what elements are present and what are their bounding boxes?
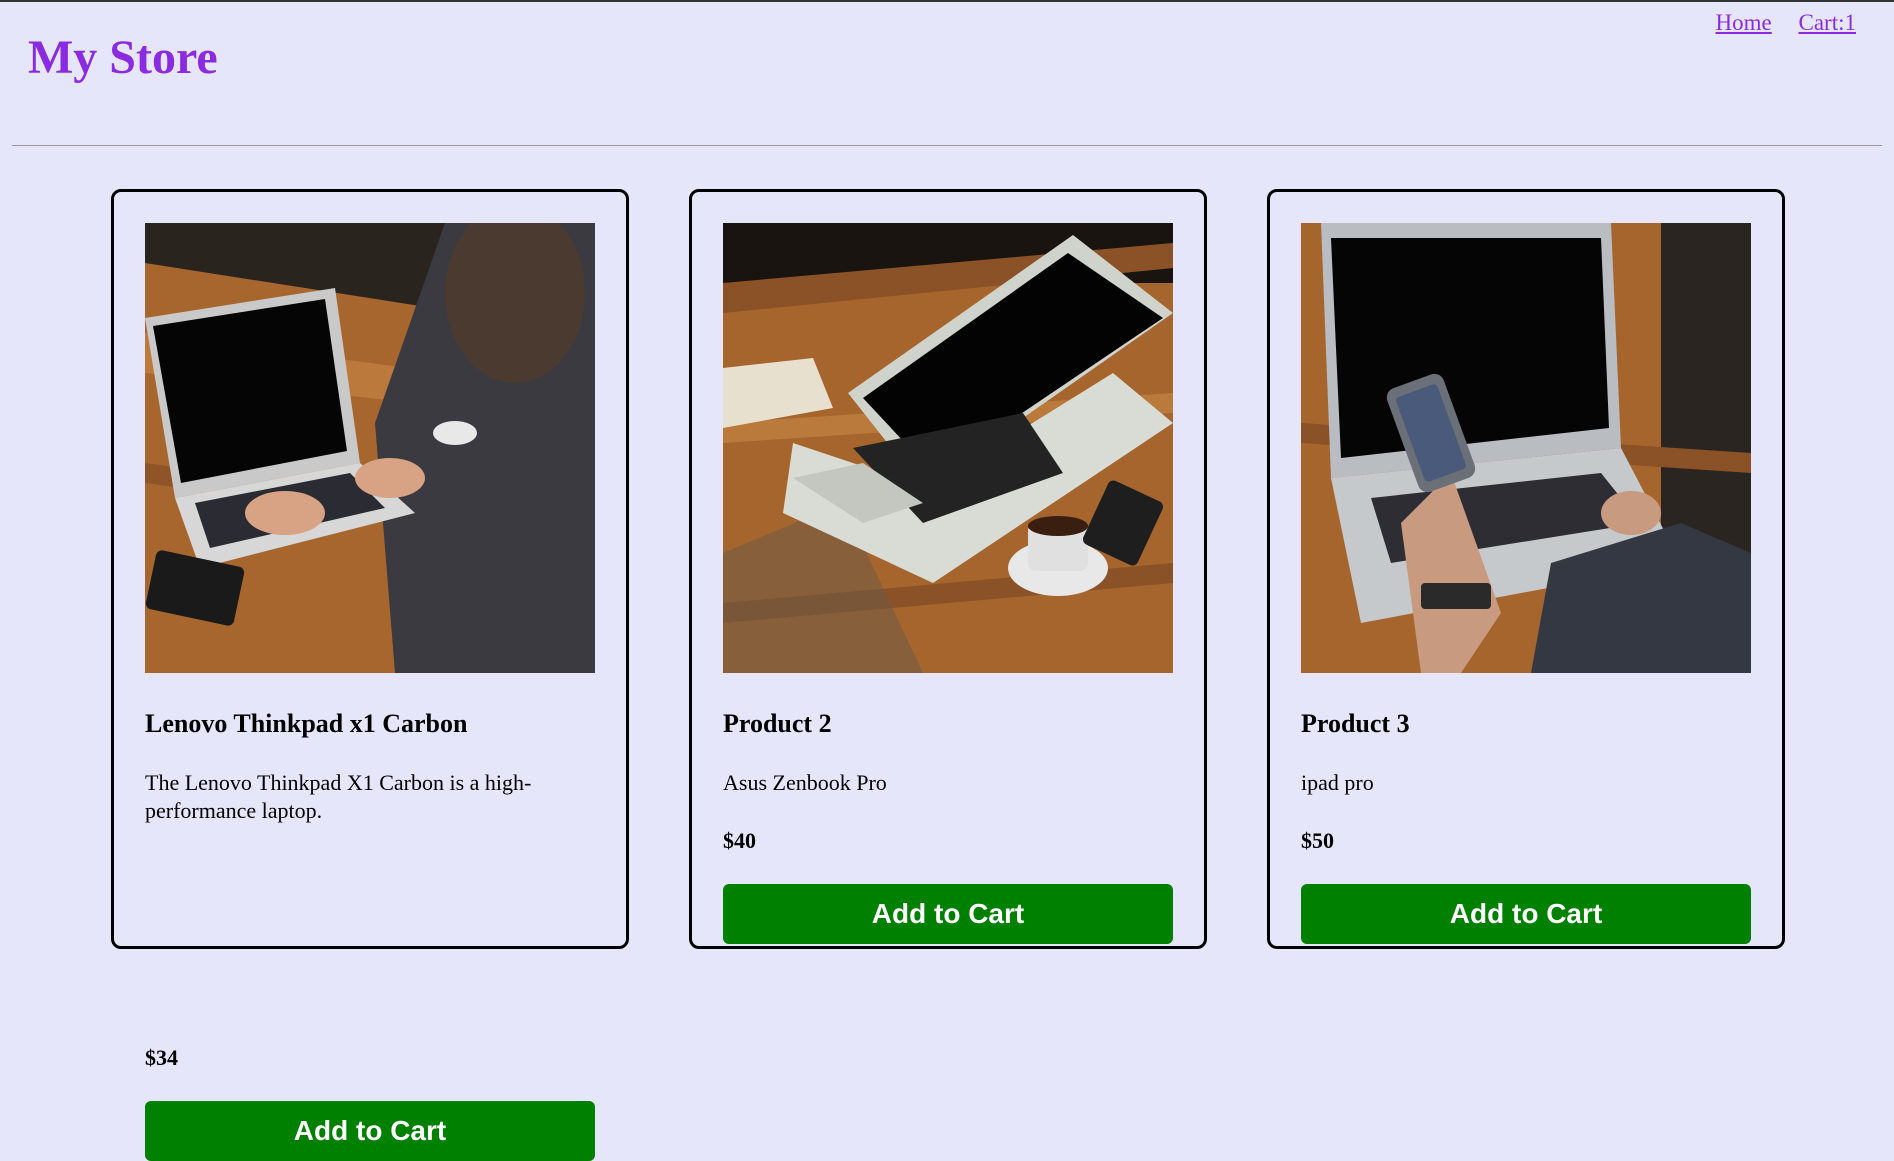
- product-price: $34: [145, 1045, 178, 1070]
- top-nav: Home Cart:1: [1695, 10, 1856, 36]
- top-border: [0, 0, 1894, 2]
- product-name: Lenovo Thinkpad x1 Carbon: [145, 709, 468, 738]
- nav-home-link[interactable]: Home: [1716, 10, 1772, 35]
- add-to-cart-button[interactable]: Add to Cart: [145, 1101, 595, 1161]
- header-divider: [12, 145, 1882, 146]
- nav-cart-link[interactable]: Cart:1: [1799, 10, 1857, 35]
- laptop-and-phone-photo: [1301, 223, 1751, 673]
- laptop-with-coffee-photo: [723, 223, 1173, 673]
- add-to-cart-button[interactable]: Add to Cart: [723, 884, 1173, 944]
- product-image[interactable]: [1301, 223, 1751, 673]
- laptop-typing-photo: [145, 223, 595, 673]
- product-name: Product 3: [1301, 709, 1410, 738]
- product-description: ipad pro: [1301, 770, 1374, 795]
- product-image[interactable]: [723, 223, 1173, 673]
- product-image[interactable]: [145, 223, 595, 673]
- product-card: Product 3 ipad pro $50 Add to Cart: [1267, 189, 1785, 949]
- product-price: $40: [723, 828, 756, 853]
- site-title: My Store: [28, 31, 218, 84]
- product-card: Lenovo Thinkpad x1 Carbon The Lenovo Thi…: [111, 189, 629, 1161]
- product-description: Asus Zenbook Pro: [723, 770, 887, 795]
- product-price: $50: [1301, 828, 1334, 853]
- product-description: The Lenovo Thinkpad X1 Carbon is a high-…: [145, 770, 532, 823]
- product-name: Product 2: [723, 709, 832, 738]
- add-to-cart-button[interactable]: Add to Cart: [1301, 884, 1751, 944]
- product-card: Product 2 Asus Zenbook Pro $40 Add to Ca…: [689, 189, 1207, 949]
